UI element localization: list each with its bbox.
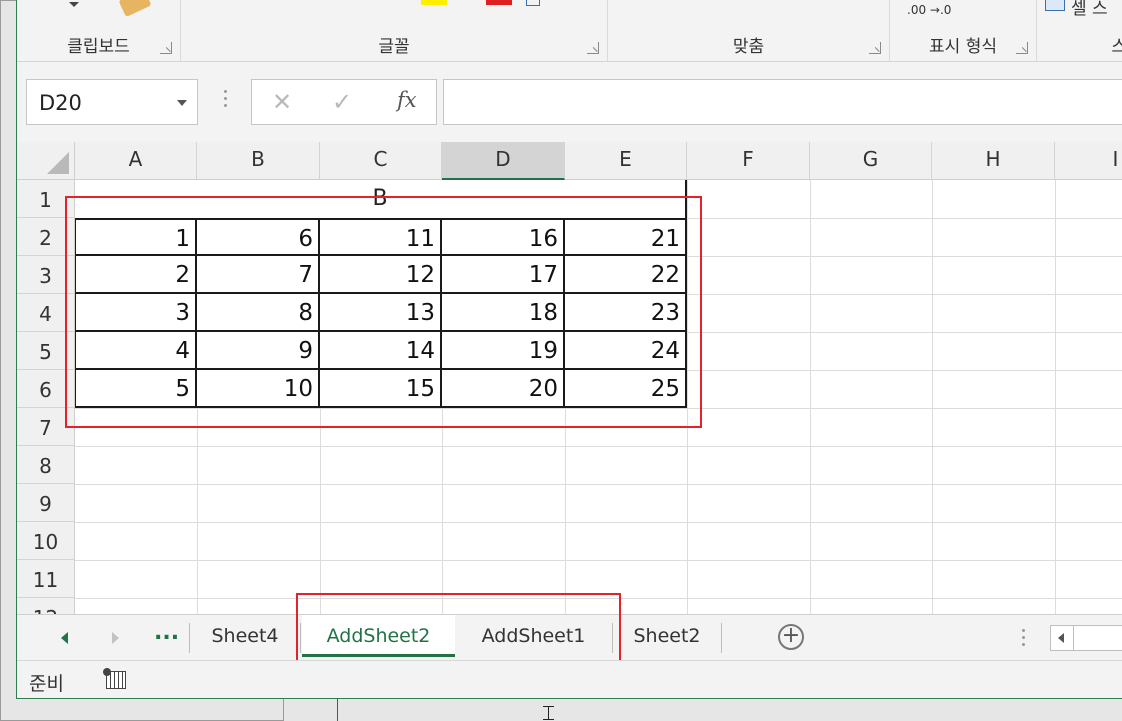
- horizontal-scrollbar[interactable]: [1050, 625, 1122, 651]
- grid-line: [75, 484, 1122, 485]
- paste-dropdown-icon[interactable]: [69, 2, 79, 7]
- red-highlight-box: [296, 593, 621, 670]
- dialog-launcher-icon[interactable]: [587, 42, 599, 54]
- ribbon-group-clipboard: 클립보드: [17, 0, 181, 62]
- ribbon-group-label: 표시 형식: [929, 37, 997, 57]
- tab-divider: [721, 623, 722, 653]
- sheet-tab-bar: ... Sheet4 AddSheet2 AddSheet1 Sheet2 +: [17, 593, 1122, 670]
- grid-line: [810, 180, 811, 614]
- tab-divider: [189, 623, 190, 653]
- red-highlight-box: [65, 196, 702, 428]
- tab-sheet2[interactable]: Sheet2: [617, 615, 717, 657]
- column-header-b[interactable]: B: [197, 142, 320, 180]
- background-divider: [337, 699, 338, 721]
- chevron-down-icon[interactable]: [177, 100, 187, 106]
- grid-line: [75, 522, 1122, 523]
- insert-function-icon[interactable]: fx: [397, 88, 417, 112]
- accessibility-icon[interactable]: [103, 668, 126, 689]
- dialog-launcher-icon[interactable]: [869, 42, 881, 54]
- cell-style-label[interactable]: 셀 스: [1071, 0, 1108, 19]
- column-header-i[interactable]: I: [1055, 142, 1122, 180]
- status-text: 준비: [29, 673, 64, 695]
- excel-window: 클립보드 글꼴 맞춤 .00 →.0 표시 형식 셀 스 스 D20: [16, 0, 1122, 699]
- cell-style-icon[interactable]: [1045, 0, 1065, 11]
- ribbon-group-label: 스: [1097, 32, 1122, 57]
- name-box[interactable]: D20: [26, 79, 198, 125]
- dialog-launcher-icon[interactable]: [1016, 42, 1028, 54]
- scroll-left-icon[interactable]: [1058, 633, 1064, 643]
- status-bar: 준비: [17, 660, 1122, 698]
- grid-line: [1055, 180, 1056, 614]
- column-header-a[interactable]: A: [75, 142, 197, 180]
- ribbon-group-label: 맞춤: [732, 37, 765, 57]
- decimal-buttons[interactable]: .00 →.0: [907, 3, 951, 17]
- font-color-icon[interactable]: [486, 0, 512, 5]
- enter-icon[interactable]: ✓: [332, 88, 352, 116]
- column-header-f[interactable]: F: [687, 142, 810, 180]
- formula-bar: D20 ✕ ✓ fx: [17, 62, 1122, 142]
- formula-input[interactable]: [443, 79, 1122, 125]
- column-header-e[interactable]: E: [565, 142, 687, 180]
- row-header-9[interactable]: 9: [17, 484, 75, 522]
- row-header-11[interactable]: 11: [17, 560, 75, 598]
- scrollbar-divider: [1073, 626, 1074, 650]
- scroll-tabs-left-icon[interactable]: [61, 632, 68, 644]
- cancel-icon[interactable]: ✕: [272, 88, 292, 116]
- worksheet-grid[interactable]: A B C D E F G H I 1 2 3 4 5 6 7 8 9 10 1…: [17, 142, 1122, 614]
- formula-bar-resize-handle[interactable]: [224, 90, 227, 108]
- column-header-h[interactable]: H: [932, 142, 1055, 180]
- row-header-8[interactable]: 8: [17, 446, 75, 484]
- format-painter-icon[interactable]: [118, 0, 152, 18]
- name-box-value: D20: [39, 91, 82, 115]
- column-header-c[interactable]: C: [320, 142, 442, 180]
- ribbon-group-number: .00 →.0 표시 형식: [890, 0, 1037, 62]
- column-header-d[interactable]: D: [442, 142, 565, 180]
- background-window: [283, 699, 1122, 721]
- add-sheet-button[interactable]: +: [778, 624, 804, 650]
- ribbon-group-alignment: 맞춤: [608, 0, 890, 62]
- highlight-color-icon[interactable]: [421, 0, 447, 5]
- scroll-tabs-right-icon[interactable]: [112, 632, 119, 644]
- column-header-g[interactable]: G: [810, 142, 932, 180]
- grid-line: [932, 180, 933, 614]
- tab-sheet4[interactable]: Sheet4: [195, 615, 295, 657]
- grid-line: [75, 446, 1122, 447]
- text-cursor-icon: [543, 706, 554, 720]
- row-header-12[interactable]: 12: [17, 598, 75, 614]
- ribbon-group-label: 클립보드: [67, 37, 130, 57]
- ribbon-group-font: 글꼴: [181, 0, 608, 62]
- tab-split-handle[interactable]: [1022, 629, 1025, 647]
- wrap-text-icon[interactable]: [526, 0, 540, 6]
- row-header-10[interactable]: 10: [17, 522, 75, 560]
- select-all-icon: [47, 152, 69, 174]
- dialog-launcher-icon[interactable]: [160, 42, 172, 54]
- ribbon-group-styles: 셀 스 스: [1037, 0, 1122, 62]
- select-all-button[interactable]: [17, 142, 75, 180]
- formula-buttons: ✕ ✓ fx: [251, 79, 437, 125]
- more-sheets-button[interactable]: ...: [154, 620, 179, 645]
- grid-line: [75, 560, 1122, 561]
- ribbon-group-label: 글꼴: [378, 37, 410, 57]
- ribbon: 클립보드 글꼴 맞춤 .00 →.0 표시 형식 셀 스 스: [17, 0, 1122, 62]
